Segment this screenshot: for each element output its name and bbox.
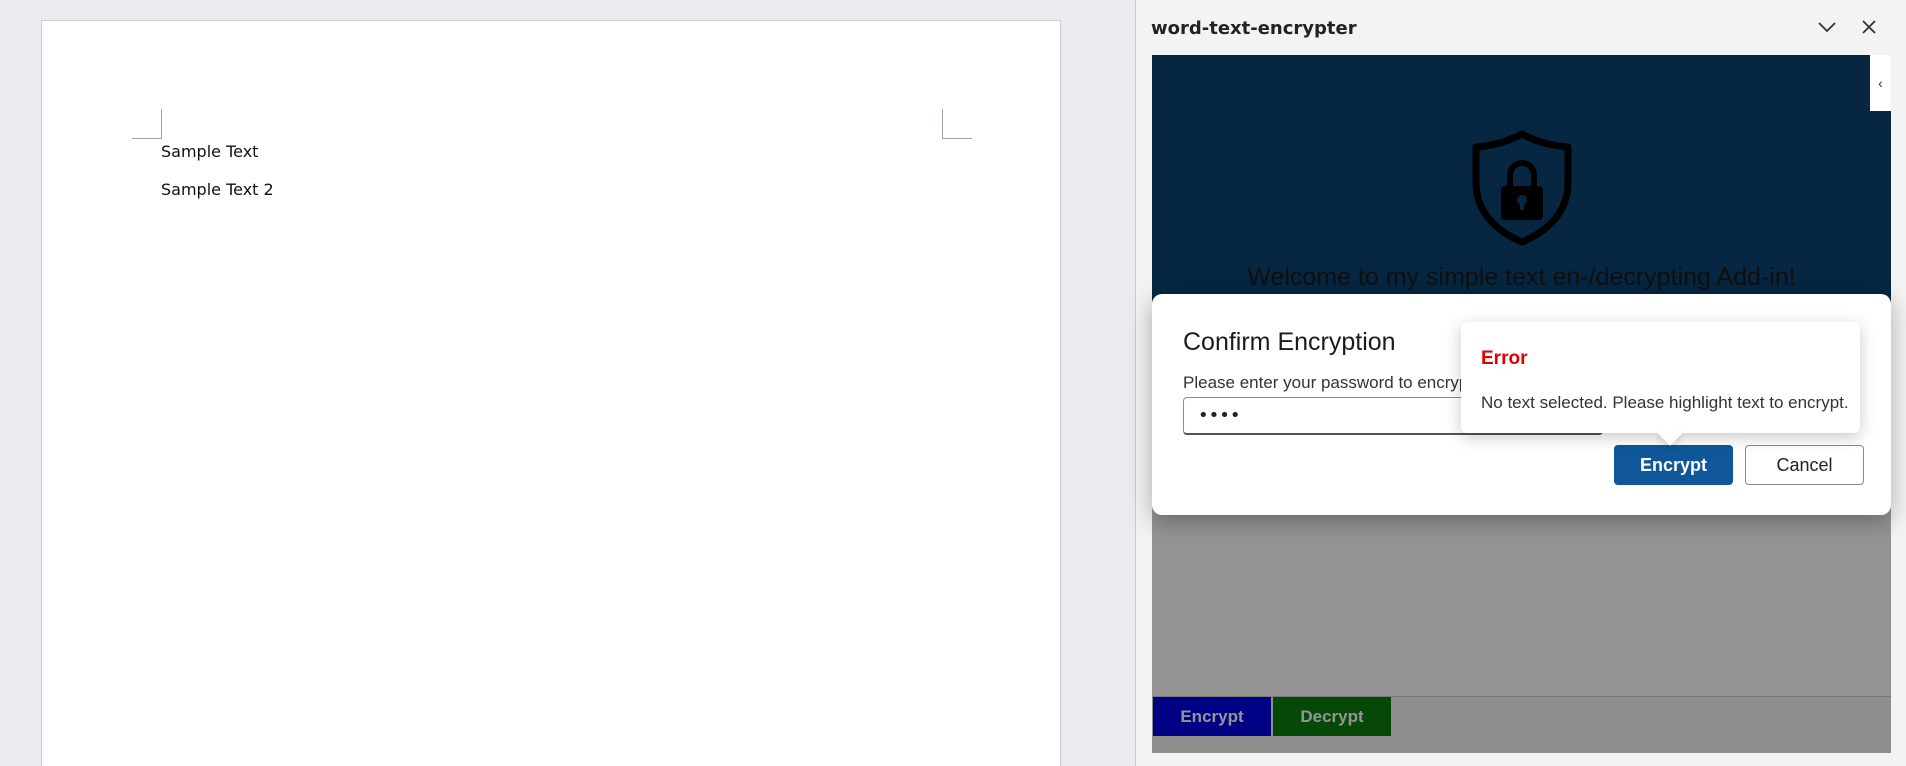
document-area: Sample Text Sample Text 2 (0, 0, 1135, 766)
task-pane-options-button[interactable] (1812, 14, 1842, 44)
error-message: No text selected. Please highlight text … (1481, 393, 1849, 412)
task-pane-close-button[interactable] (1854, 14, 1884, 44)
task-pane-title: word-text-encrypter (1151, 18, 1357, 39)
dialog-title: Confirm Encryption (1183, 328, 1396, 356)
chevron-down-icon (1818, 20, 1836, 38)
collapse-tab-button[interactable]: ‹ (1870, 55, 1891, 111)
dialog-cancel-button[interactable]: Cancel (1745, 445, 1864, 485)
document-line-1[interactable]: Sample Text (161, 142, 258, 161)
crop-mark-top-right (942, 109, 972, 139)
password-label: Please enter your password to encrypt (1183, 373, 1474, 392)
error-callout: Error No text selected. Please highlight… (1461, 322, 1860, 433)
dialog-encrypt-button[interactable]: Encrypt (1614, 445, 1733, 485)
document-page[interactable]: Sample Text Sample Text 2 (41, 20, 1061, 766)
close-icon (1861, 19, 1877, 40)
error-title: Error (1481, 348, 1528, 369)
document-line-2[interactable]: Sample Text 2 (161, 180, 274, 199)
chevron-left-icon: ‹ (1878, 75, 1883, 91)
crop-mark-top-left (132, 109, 162, 139)
